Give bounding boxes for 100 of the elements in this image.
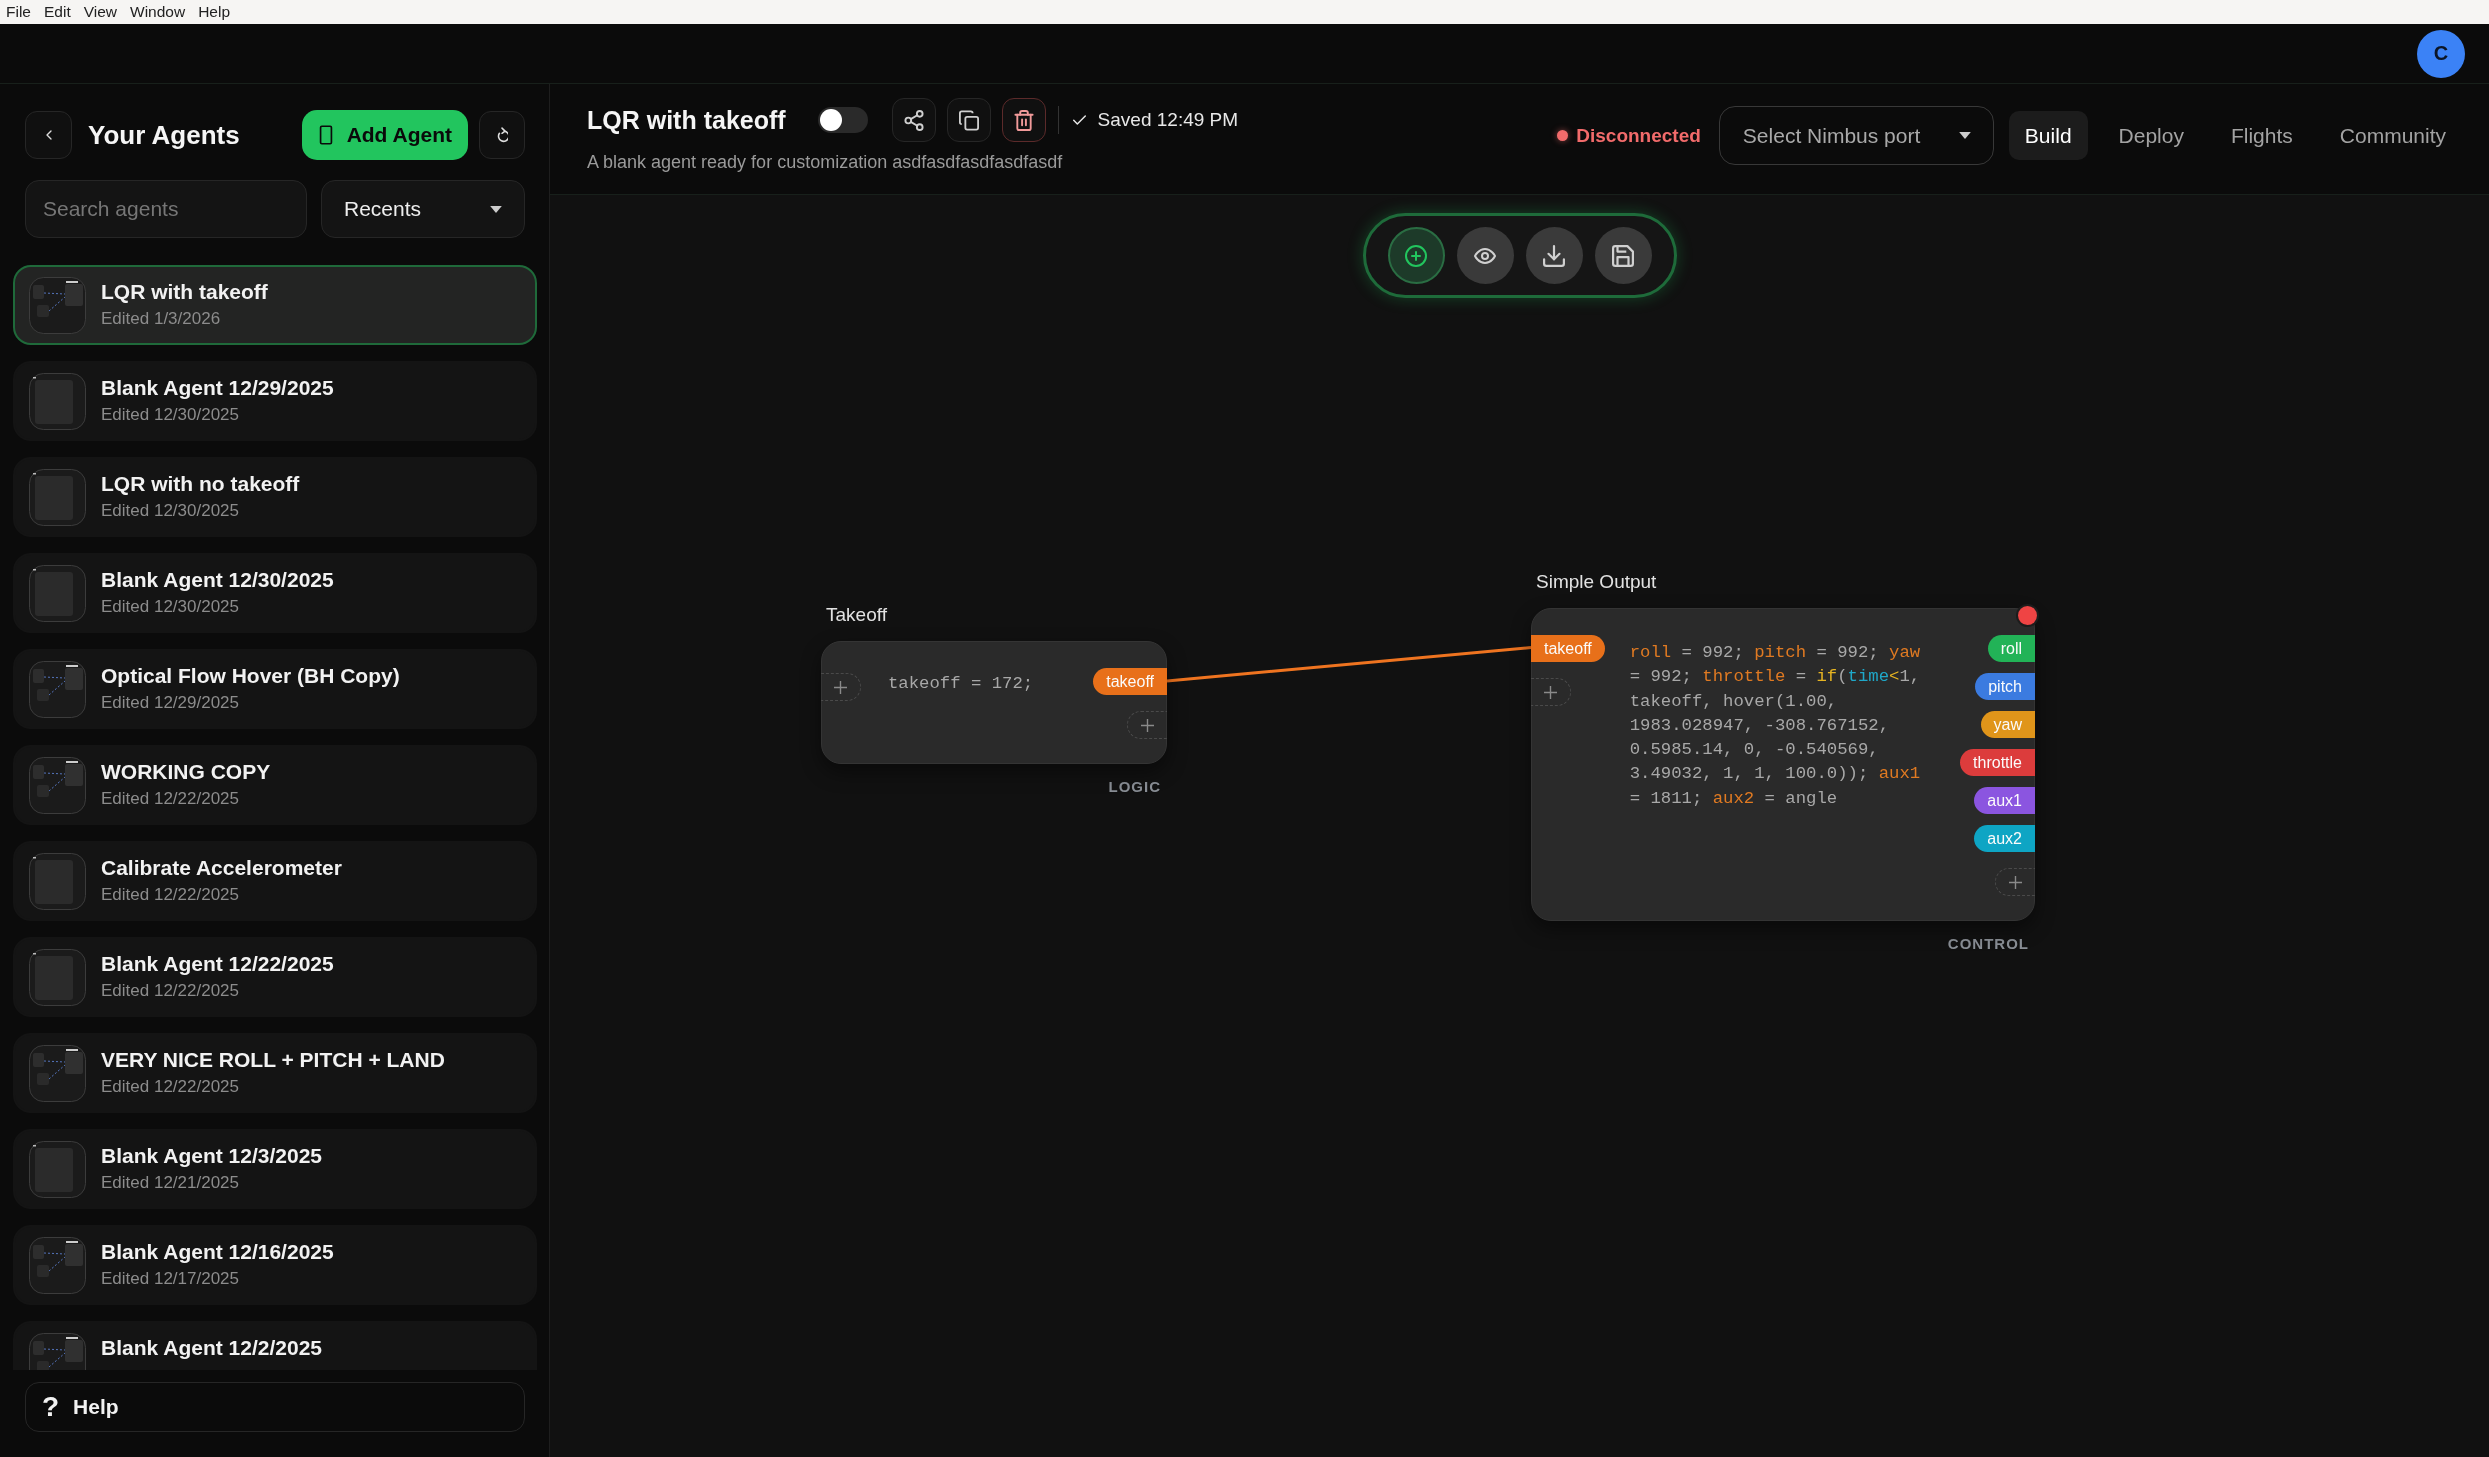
caret-icon (490, 205, 502, 213)
question-mark-icon: ? (42, 1391, 60, 1423)
agent-edited-date: Edited 12/22/2025 (101, 885, 240, 905)
agent-name: LQR with takeoff (101, 280, 268, 304)
agent-list-item[interactable]: Optical Flow Hover (BH Copy) Edited 12/29/2025 (13, 649, 537, 729)
agent-preview-drawing (29, 852, 86, 910)
agent-preview-drawing (29, 468, 86, 526)
enable-toggle[interactable] (817, 107, 868, 133)
port-dropdown[interactable]: Select Nimbus port (1718, 106, 1994, 165)
duplicate-button[interactable] (946, 98, 991, 142)
trash-icon (1013, 109, 1034, 131)
add-node-button[interactable] (1387, 227, 1445, 284)
share-button[interactable] (891, 98, 936, 142)
output-port[interactable]: aux1 (1974, 787, 2035, 814)
agent-preview-drawing (29, 948, 86, 1006)
agent-name: Blank Agent 12/16/2025 (101, 1240, 334, 1264)
agent-name: Blank Agent 12/29/2025 (101, 376, 334, 400)
rectangle-outline-icon (318, 125, 333, 145)
agent-edited-date: Edited 12/17/2025 (101, 1269, 240, 1289)
agent-name: Optical Flow Hover (BH Copy) (101, 664, 400, 688)
agent-title: LQR with takeoff (587, 105, 786, 135)
agent-list-item[interactable]: LQR with no takeoff Edited 12/30/2025 (13, 457, 537, 537)
user-avatar[interactable]: C (2417, 29, 2465, 78)
sidebar-title: Your Agents (88, 119, 241, 151)
download-icon (1543, 244, 1565, 267)
save-button[interactable] (1594, 227, 1652, 284)
node-code: takeoff = 172; (888, 673, 1035, 695)
menu-item[interactable]: Window (130, 3, 186, 21)
node-title: Takeoff (826, 603, 887, 627)
agent-edited-date: Edited 12/22/2025 (101, 1077, 240, 1097)
agent-description: A blank agent ready for customization asdfasdfasdfasdfasdf (587, 152, 1064, 173)
node-code: roll = 992; pitch = 992; yaw = 992; throttle = if(time<1, takeoff, hover(1.00, 1983.028947, -308.767152, 0.5985.14, 0, -0.540569, 3.49032, 1, 1, 100.0)); aux1 = 1811; aux2 = angle (1629, 642, 1922, 810)
agent-list-item[interactable]: VERY NICE ROLL + PITCH + LAND Edited 12/22/2025 (13, 1033, 537, 1113)
agent-edited-date: Edited 12/30/2025 (101, 405, 240, 425)
help-label: Help (73, 1395, 119, 1419)
agent-edited-date: Edited 12/21/2025 (101, 1173, 240, 1193)
agent-preview-drawing (29, 1236, 86, 1294)
output-port[interactable]: pitch (1975, 673, 2035, 700)
caret-icon (1958, 132, 1971, 139)
agent-edited-date: Edited 12/22/2025 (101, 981, 240, 1001)
agent-name: LQR with no takeoff (101, 472, 300, 496)
plus-icon (2009, 875, 2022, 889)
agent-edited-date: Edited 12/30/2025 (101, 597, 240, 617)
node-title: Simple Output (1536, 570, 1657, 594)
nav-tab[interactable]: Deploy (2102, 111, 2200, 160)
agent-list-item[interactable]: Calibrate Accelerometer Edited 12/22/2025 (13, 841, 537, 921)
agent-edited-date: Edited 1/3/2026 (101, 309, 222, 329)
preview-button[interactable] (1456, 227, 1514, 284)
node-category: LOGIC (1108, 778, 1161, 795)
nav-tab[interactable]: Community (2323, 111, 2462, 160)
agent-preview-drawing (29, 660, 86, 718)
agent-name: Blank Agent 12/3/2025 (101, 1144, 322, 1168)
agent-list-item[interactable]: LQR with takeoff Edited 1/3/2026 (13, 265, 537, 345)
agent-name: Blank Agent 12/22/2025 (101, 952, 334, 976)
refresh-icon (496, 126, 508, 144)
menu-item[interactable]: File (6, 3, 31, 21)
output-port[interactable]: throttle (1960, 749, 2035, 776)
plus-icon (1544, 685, 1557, 699)
agent-name: VERY NICE ROLL + PITCH + LAND (101, 1048, 445, 1072)
copy-icon (958, 109, 979, 131)
node-category: CONTROL (1947, 935, 2029, 952)
agent-name: Blank Agent 12/30/2025 (101, 568, 334, 592)
agent-edited-date: Edited 12/29/2025 (101, 693, 240, 713)
agent-name: Calibrate Accelerometer (101, 856, 342, 880)
agent-list-item[interactable]: WORKING COPY Edited 12/22/2025 (13, 745, 537, 825)
agent-list-item[interactable]: Blank Agent 12/2/2025 (13, 1321, 537, 1370)
plus-icon (834, 680, 847, 694)
agent-list-item[interactable]: Blank Agent 12/30/2025 Edited 12/30/2025 (13, 553, 537, 633)
menu-item[interactable]: View (83, 3, 118, 21)
agent-preview-drawing (29, 564, 86, 622)
agent-preview-drawing (29, 756, 86, 814)
agent-name: WORKING COPY (101, 760, 271, 784)
plus-circle-icon (1405, 244, 1427, 267)
nav-tab[interactable]: Flights (2214, 111, 2309, 160)
agent-edited-date: Edited 12/22/2025 (101, 789, 240, 809)
check-icon (1072, 115, 1086, 125)
sort-dropdown[interactable]: Recents (321, 180, 525, 238)
connection-status: Disconnected (1576, 124, 1701, 147)
delete-button[interactable] (1001, 98, 1046, 142)
agent-list-item[interactable]: Blank Agent 12/3/2025 Edited 12/21/2025 (13, 1129, 537, 1209)
agent-name: Blank Agent 12/2/2025 (101, 1336, 322, 1360)
nav-tab[interactable]: Build (2008, 111, 2088, 160)
agent-preview-drawing (29, 372, 86, 430)
search-field[interactable]: Search agents (25, 180, 307, 238)
chevron-left-icon (44, 129, 53, 141)
share-icon (903, 109, 924, 131)
agent-preview-drawing (29, 1140, 86, 1198)
plus-icon (1141, 718, 1154, 732)
agent-list-item[interactable]: Blank Agent 12/29/2025 Edited 12/30/2025 (13, 361, 537, 441)
node-card[interactable]: takeoff = 172; takeoff (821, 641, 1167, 764)
add-agent-button[interactable]: Add Agent (301, 110, 468, 160)
menu-item[interactable]: Help (198, 3, 231, 21)
menu-item[interactable]: Edit (44, 3, 71, 21)
download-button[interactable] (1525, 227, 1583, 284)
agent-list-item[interactable]: Blank Agent 12/16/2025 Edited 12/17/2025 (13, 1225, 537, 1305)
agent-list-item[interactable]: Blank Agent 12/22/2025 Edited 12/22/2025 (13, 937, 537, 1017)
agent-preview-drawing (29, 276, 86, 334)
refresh-button[interactable] (479, 111, 525, 159)
agent-edited-date: Edited 12/30/2025 (101, 501, 240, 521)
help-button[interactable]: ? Help (25, 1382, 525, 1432)
